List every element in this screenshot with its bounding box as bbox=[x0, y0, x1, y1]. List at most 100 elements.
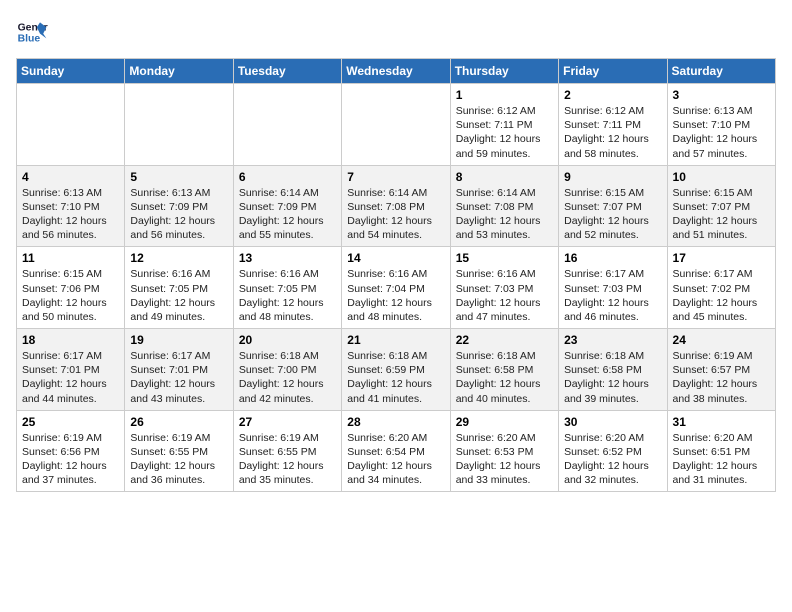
day-number: 29 bbox=[456, 415, 553, 429]
calendar-cell: 7 Sunrise: 6:14 AMSunset: 7:08 PMDaylight… bbox=[342, 165, 450, 247]
day-info: Sunrise: 6:20 AMSunset: 6:51 PMDaylight:… bbox=[673, 431, 770, 488]
day-info: Sunrise: 6:18 AMSunset: 7:00 PMDaylight:… bbox=[239, 349, 336, 406]
calendar-cell bbox=[125, 84, 233, 166]
day-number: 24 bbox=[673, 333, 770, 347]
calendar-cell bbox=[17, 84, 125, 166]
day-number: 6 bbox=[239, 170, 336, 184]
day-number: 25 bbox=[22, 415, 119, 429]
day-info: Sunrise: 6:13 AMSunset: 7:10 PMDaylight:… bbox=[673, 104, 770, 161]
calendar-cell: 3Sunrise: 6:13 AMSunset: 7:10 PMDaylight… bbox=[667, 84, 775, 166]
week-row-4: 18Sunrise: 6:17 AMSunset: 7:01 PMDayligh… bbox=[17, 329, 776, 411]
day-number: 11 bbox=[22, 251, 119, 265]
calendar-cell: 11 Sunrise: 6:15 AMSunset: 7:06 PMDayligh… bbox=[17, 247, 125, 329]
calendar-cell: 9 Sunrise: 6:15 AMSunset: 7:07 PMDaylight… bbox=[559, 165, 667, 247]
day-info: Sunrise: 6:13 AMSunset: 7:09 PMDaylight:… bbox=[130, 186, 227, 243]
day-info: Sunrise: 6:16 AMSunset: 7:04 PMDaylight:… bbox=[347, 267, 444, 324]
day-number: 22 bbox=[456, 333, 553, 347]
day-number: 7 bbox=[347, 170, 444, 184]
day-info: Sunrise: 6:20 AMSunset: 6:54 PMDaylight:… bbox=[347, 431, 444, 488]
day-number: 8 bbox=[456, 170, 553, 184]
day-info: Sunrise: 6:18 AMSunset: 6:58 PMDaylight:… bbox=[564, 349, 661, 406]
weekday-header-monday: Monday bbox=[125, 59, 233, 84]
weekday-header-tuesday: Tuesday bbox=[233, 59, 341, 84]
calendar-cell: 13 Sunrise: 6:16 AMSunset: 7:05 PMDayligh… bbox=[233, 247, 341, 329]
weekday-header-sunday: Sunday bbox=[17, 59, 125, 84]
day-number: 21 bbox=[347, 333, 444, 347]
calendar-cell: 25 Sunrise: 6:19 AMSunset: 6:56 PMDayligh… bbox=[17, 410, 125, 492]
weekday-header-friday: Friday bbox=[559, 59, 667, 84]
calendar-cell: 2Sunrise: 6:12 AMSunset: 7:11 PMDaylight… bbox=[559, 84, 667, 166]
calendar-cell: 23 Sunrise: 6:18 AMSunset: 6:58 PMDayligh… bbox=[559, 329, 667, 411]
calendar-cell: 10 Sunrise: 6:15 AMSunset: 7:07 PMDayligh… bbox=[667, 165, 775, 247]
day-number: 15 bbox=[456, 251, 553, 265]
calendar-cell: 27 Sunrise: 6:19 AMSunset: 6:55 PMDayligh… bbox=[233, 410, 341, 492]
day-number: 31 bbox=[673, 415, 770, 429]
day-number: 28 bbox=[347, 415, 444, 429]
calendar-cell: 31 Sunrise: 6:20 AMSunset: 6:51 PMDayligh… bbox=[667, 410, 775, 492]
calendar-table: SundayMondayTuesdayWednesdayThursdayFrid… bbox=[16, 58, 776, 492]
day-info: Sunrise: 6:17 AMSunset: 7:01 PMDaylight:… bbox=[22, 349, 119, 406]
day-info: Sunrise: 6:19 AMSunset: 6:55 PMDaylight:… bbox=[130, 431, 227, 488]
day-number: 12 bbox=[130, 251, 227, 265]
logo: General Blue bbox=[16, 16, 48, 48]
calendar-cell: 30 Sunrise: 6:20 AMSunset: 6:52 PMDayligh… bbox=[559, 410, 667, 492]
day-number: 30 bbox=[564, 415, 661, 429]
day-info: Sunrise: 6:18 AMSunset: 6:58 PMDaylight:… bbox=[456, 349, 553, 406]
day-info: Sunrise: 6:18 AMSunset: 6:59 PMDaylight:… bbox=[347, 349, 444, 406]
week-row-3: 11 Sunrise: 6:15 AMSunset: 7:06 PMDayligh… bbox=[17, 247, 776, 329]
calendar-cell bbox=[233, 84, 341, 166]
day-info: Sunrise: 6:16 AMSunset: 7:05 PMDaylight:… bbox=[239, 267, 336, 324]
day-info: Sunrise: 6:20 AMSunset: 6:52 PMDaylight:… bbox=[564, 431, 661, 488]
week-row-5: 25 Sunrise: 6:19 AMSunset: 6:56 PMDayligh… bbox=[17, 410, 776, 492]
day-info: Sunrise: 6:14 AMSunset: 7:09 PMDaylight:… bbox=[239, 186, 336, 243]
calendar-cell: 28 Sunrise: 6:20 AMSunset: 6:54 PMDayligh… bbox=[342, 410, 450, 492]
day-info: Sunrise: 6:15 AMSunset: 7:07 PMDaylight:… bbox=[673, 186, 770, 243]
day-info: Sunrise: 6:16 AMSunset: 7:05 PMDaylight:… bbox=[130, 267, 227, 324]
page-header: General Blue bbox=[16, 16, 776, 48]
weekday-header-thursday: Thursday bbox=[450, 59, 558, 84]
day-info: Sunrise: 6:19 AMSunset: 6:55 PMDaylight:… bbox=[239, 431, 336, 488]
day-number: 16 bbox=[564, 251, 661, 265]
calendar-cell: 4Sunrise: 6:13 AMSunset: 7:10 PMDaylight… bbox=[17, 165, 125, 247]
day-number: 23 bbox=[564, 333, 661, 347]
day-info: Sunrise: 6:14 AMSunset: 7:08 PMDaylight:… bbox=[456, 186, 553, 243]
day-number: 13 bbox=[239, 251, 336, 265]
calendar-cell: 1 Sunrise: 6:12 AMSunset: 7:11 PMDaylight… bbox=[450, 84, 558, 166]
day-info: Sunrise: 6:17 AMSunset: 7:03 PMDaylight:… bbox=[564, 267, 661, 324]
day-info: Sunrise: 6:17 AMSunset: 7:01 PMDaylight:… bbox=[130, 349, 227, 406]
day-number: 27 bbox=[239, 415, 336, 429]
day-number: 10 bbox=[673, 170, 770, 184]
svg-text:Blue: Blue bbox=[18, 34, 41, 45]
calendar-cell: 18Sunrise: 6:17 AMSunset: 7:01 PMDayligh… bbox=[17, 329, 125, 411]
calendar-cell: 21 Sunrise: 6:18 AMSunset: 6:59 PMDayligh… bbox=[342, 329, 450, 411]
calendar-cell: 19Sunrise: 6:17 AMSunset: 7:01 PMDayligh… bbox=[125, 329, 233, 411]
day-number: 5 bbox=[130, 170, 227, 184]
day-info: Sunrise: 6:15 AMSunset: 7:07 PMDaylight:… bbox=[564, 186, 661, 243]
day-info: Sunrise: 6:19 AMSunset: 6:56 PMDaylight:… bbox=[22, 431, 119, 488]
day-number: 17 bbox=[673, 251, 770, 265]
day-info: Sunrise: 6:16 AMSunset: 7:03 PMDaylight:… bbox=[456, 267, 553, 324]
calendar-cell: 8 Sunrise: 6:14 AMSunset: 7:08 PMDaylight… bbox=[450, 165, 558, 247]
day-info: Sunrise: 6:17 AMSunset: 7:02 PMDaylight:… bbox=[673, 267, 770, 324]
weekday-header-saturday: Saturday bbox=[667, 59, 775, 84]
day-info: Sunrise: 6:20 AMSunset: 6:53 PMDaylight:… bbox=[456, 431, 553, 488]
calendar-cell: 24Sunrise: 6:19 AMSunset: 6:57 PMDayligh… bbox=[667, 329, 775, 411]
calendar-cell: 20Sunrise: 6:18 AMSunset: 7:00 PMDayligh… bbox=[233, 329, 341, 411]
day-number: 4 bbox=[22, 170, 119, 184]
calendar-cell: 26Sunrise: 6:19 AMSunset: 6:55 PMDayligh… bbox=[125, 410, 233, 492]
calendar-cell bbox=[342, 84, 450, 166]
day-info: Sunrise: 6:14 AMSunset: 7:08 PMDaylight:… bbox=[347, 186, 444, 243]
day-info: Sunrise: 6:12 AMSunset: 7:11 PMDaylight:… bbox=[564, 104, 661, 161]
day-number: 14 bbox=[347, 251, 444, 265]
day-info: Sunrise: 6:15 AMSunset: 7:06 PMDaylight:… bbox=[22, 267, 119, 324]
calendar-cell: 5 Sunrise: 6:13 AMSunset: 7:09 PMDaylight… bbox=[125, 165, 233, 247]
calendar-cell: 6 Sunrise: 6:14 AMSunset: 7:09 PMDaylight… bbox=[233, 165, 341, 247]
calendar-cell: 14 Sunrise: 6:16 AMSunset: 7:04 PMDayligh… bbox=[342, 247, 450, 329]
weekday-header-wednesday: Wednesday bbox=[342, 59, 450, 84]
day-info: Sunrise: 6:12 AMSunset: 7:11 PMDaylight:… bbox=[456, 104, 553, 161]
weekday-header-row: SundayMondayTuesdayWednesdayThursdayFrid… bbox=[17, 59, 776, 84]
calendar-cell: 17 Sunrise: 6:17 AMSunset: 7:02 PMDayligh… bbox=[667, 247, 775, 329]
calendar-cell: 15 Sunrise: 6:16 AMSunset: 7:03 PMDayligh… bbox=[450, 247, 558, 329]
day-number: 1 bbox=[456, 88, 553, 102]
day-number: 9 bbox=[564, 170, 661, 184]
